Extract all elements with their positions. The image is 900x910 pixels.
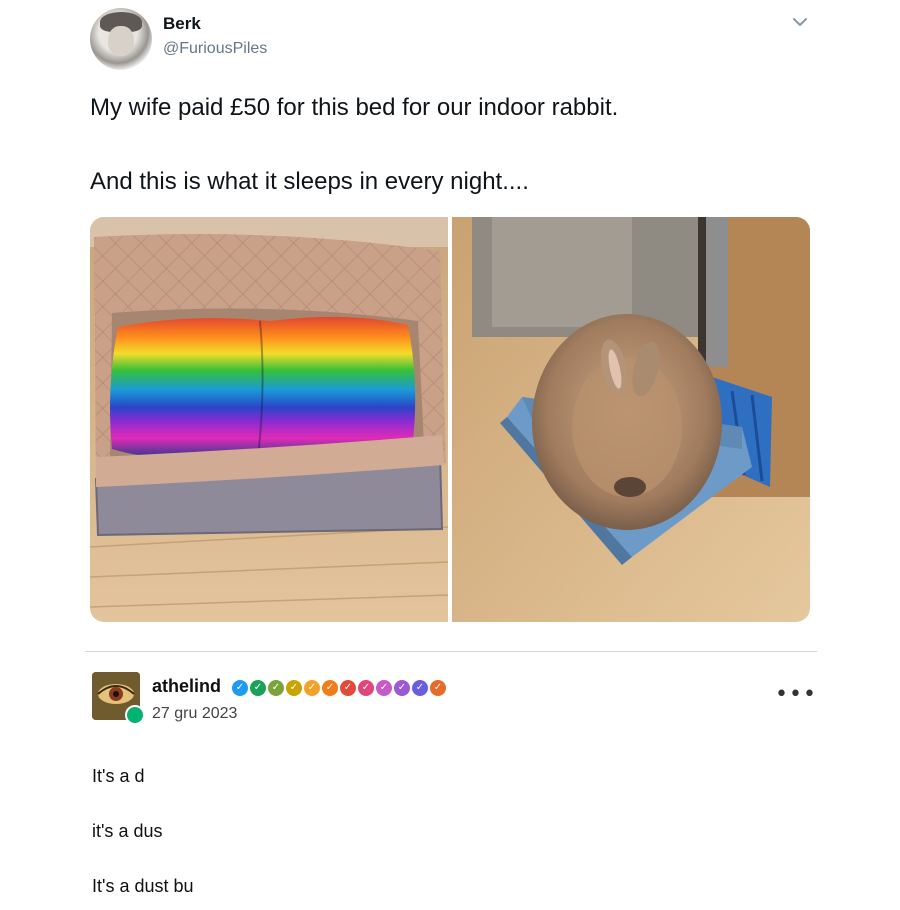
badge-icon[interactable] <box>358 680 374 696</box>
reply-date: 27 gru 2023 <box>152 705 238 722</box>
badge-icon[interactable] <box>412 680 428 696</box>
online-status-icon <box>125 705 145 725</box>
tweet-text-line: And this is what it sleeps in every nigh… <box>90 168 529 195</box>
badge-icon[interactable] <box>304 680 320 696</box>
badge-icon[interactable] <box>322 680 338 696</box>
section-divider <box>85 651 817 652</box>
tweet-media <box>90 217 810 622</box>
badge-icon[interactable] <box>430 680 446 696</box>
badge-icon[interactable] <box>250 680 266 696</box>
author-display-name[interactable]: Berk <box>163 14 201 34</box>
badge-icon[interactable] <box>286 680 302 696</box>
tweet-text-line: My wife paid £50 for this bed for our in… <box>90 94 619 121</box>
badge-icon[interactable] <box>268 680 284 696</box>
badge-icon[interactable] <box>376 680 392 696</box>
user-badges[interactable] <box>232 680 446 696</box>
more-icon[interactable]: ••• <box>775 682 817 707</box>
avatar-face <box>108 26 134 56</box>
photo-rabbit-dustpan[interactable] <box>452 217 810 622</box>
chevron-down-icon[interactable] <box>790 12 810 32</box>
reply-text-line: it's a dus <box>92 821 163 841</box>
author-handle[interactable]: @FuriousPiles <box>163 40 267 58</box>
photo-pet-bed[interactable] <box>90 217 448 622</box>
badge-icon[interactable] <box>232 680 248 696</box>
badge-icon[interactable] <box>394 680 410 696</box>
reply-text-line: It's a d <box>92 766 145 786</box>
author-avatar[interactable] <box>90 8 152 70</box>
replier-username[interactable]: athelind <box>152 676 221 697</box>
reply-text-line: It's a dust bu <box>92 876 194 896</box>
badge-icon[interactable] <box>340 680 356 696</box>
